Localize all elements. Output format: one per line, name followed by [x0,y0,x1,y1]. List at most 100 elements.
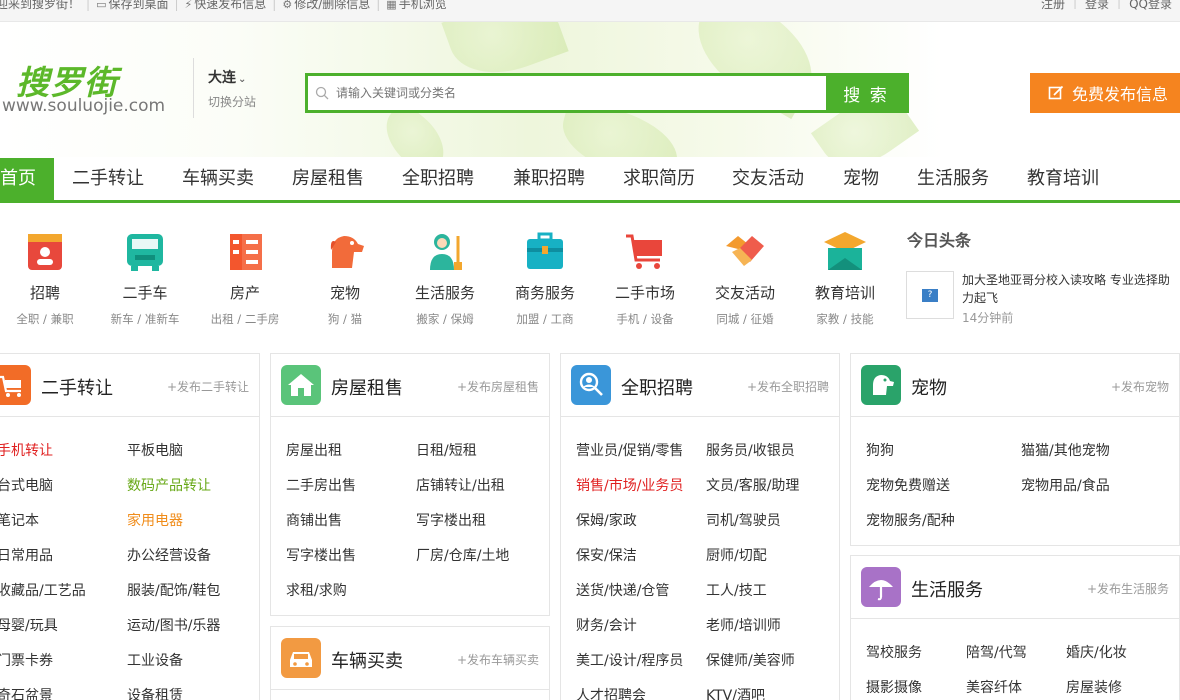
add-shenghuo-link[interactable]: +发布生活服务 [1087,580,1169,597]
qr-icon: ▦ [386,0,397,11]
nav-jiaoyou[interactable]: 交友活动 [732,158,804,200]
list-item[interactable]: 写字楼出租 [416,510,486,530]
category-chongwu[interactable]: 宠物 狗 / 猫 [295,205,395,327]
list-item[interactable]: 保姆/家政 [576,510,637,530]
list-item[interactable]: 商铺出售 [286,510,342,530]
list-item[interactable]: 服装/配饰/鞋包 [127,580,220,600]
list-item[interactable]: 台式电脑 [0,475,53,495]
category-shenghuo[interactable]: 生活服务 搬家 / 保姆 [395,205,495,327]
city-selector[interactable]: 大连 ⌄ [208,67,246,87]
list-item[interactable]: 厨师/切配 [706,545,767,565]
panel-header: 房屋租售 +发布房屋租售 [271,354,549,417]
nav-shenghuo[interactable]: 生活服务 [917,158,989,200]
list-item[interactable]: 婚庆/化妆 [1066,642,1127,662]
list-item[interactable]: 手机转让 [0,440,53,460]
quick-publish-link[interactable]: ⚡ 快速发布信息 [185,0,267,12]
nav-ershou[interactable]: 二手转让 [72,158,144,200]
list-item[interactable]: 工人/技工 [706,580,767,600]
list-item[interactable]: 日常用品 [0,545,53,565]
nav-jiaoyu[interactable]: 教育培训 [1027,158,1099,200]
list-item[interactable]: 美工/设计/程序员 [576,650,683,670]
category-shangwu[interactable]: 商务服务 加盟 / 工商 [495,205,595,327]
list-item[interactable]: 财务/会计 [576,615,637,635]
search-input[interactable] [336,76,826,110]
list-item[interactable]: 收藏品/工艺品 [0,580,86,600]
category-ershoushichang[interactable]: 二手市场 手机 / 设备 [595,205,695,327]
nav-home[interactable]: 首页 [0,158,54,200]
list-item[interactable]: 人才招聘会 [576,685,646,700]
list-item[interactable]: 老师/培训师 [706,615,781,635]
list-item[interactable]: 宠物服务/配种 [866,510,955,530]
list-item[interactable]: 设备租赁 [127,685,183,700]
list-item[interactable]: 母婴/玩具 [0,615,58,635]
list-item[interactable]: 门票卡券 [0,650,53,670]
list-item[interactable]: 二手房出售 [286,475,356,495]
switch-city-link[interactable]: 切换分站 [208,93,256,110]
qq-login-link[interactable]: QQ登录 [1129,0,1172,12]
list-item[interactable]: 奇石盆景 [0,685,53,700]
add-chongwu-link[interactable]: +发布宠物 [1111,378,1169,395]
list-item[interactable]: 美容纤体 [966,677,1022,697]
login-link[interactable]: 登录 [1085,0,1109,12]
category-ershouche[interactable]: 二手车 新车 / 准新车 [95,205,195,327]
nav-qiuzhi[interactable]: 求职简历 [623,158,695,200]
list-item[interactable]: 送货/快递/仓管 [576,580,669,600]
list-item[interactable]: 销售/市场/业务员 [576,475,683,495]
list-item[interactable]: 工业设备 [127,650,183,670]
list-item[interactable]: 驾校服务 [866,642,922,662]
list-item[interactable]: 店铺转让/出租 [416,475,505,495]
search-person-icon [571,365,611,405]
panel-title: 生活服务 [911,580,983,601]
list-item[interactable]: 日租/短租 [416,440,477,460]
news-link[interactable]: 加大圣地亚哥分校入读攻略 专业选择助力起飞 [962,271,1177,307]
news-thumbnail[interactable]: ? [906,271,954,319]
list-item[interactable]: 狗狗 [866,440,894,460]
list-item[interactable]: 厂房/仓库/土地 [416,545,509,565]
nav-cheliang[interactable]: 车辆买卖 [182,158,254,200]
search-box: 搜 索 [305,73,909,113]
list-item[interactable]: 运动/图书/乐器 [127,615,220,635]
nav-chongwu[interactable]: 宠物 [843,158,879,200]
category-jiaoyu[interactable]: 教育培训 家教 / 技能 [795,205,895,327]
list-item[interactable]: 司机/驾驶员 [706,510,781,530]
list-item[interactable]: 求租/求购 [286,580,347,600]
list-item[interactable]: 猫猫/其他宠物 [1021,440,1110,460]
list-item[interactable]: 办公经营设备 [127,545,211,565]
panel-title: 二手转让 [41,378,113,399]
category-jiaoyou[interactable]: 交友活动 同城 / 征婚 [695,205,795,327]
list-item[interactable]: 陪驾/代驾 [966,642,1027,662]
list-item[interactable]: 数码产品转让 [127,475,211,495]
list-item[interactable]: 宠物用品/食品 [1021,475,1110,495]
list-item[interactable]: 房屋装修 [1066,677,1122,697]
publish-button[interactable]: 免费发布信息 [1030,73,1180,113]
list-item[interactable]: 服务员/收银员 [706,440,795,460]
nav-jianzhi[interactable]: 兼职招聘 [513,158,585,200]
category-zhaopin[interactable]: 招聘 全职 / 兼职 [0,205,95,327]
add-cheliang-link[interactable]: +发布车辆买卖 [457,651,539,668]
list-item[interactable]: 保安/保洁 [576,545,637,565]
list-item[interactable]: 家用电器 [127,510,183,530]
mobile-browse-link[interactable]: ▦ 手机浏览 [386,0,446,12]
register-link[interactable]: 注册 [1041,0,1065,12]
search-button[interactable]: 搜 索 [826,76,906,110]
list-item[interactable]: 房屋出租 [286,440,342,460]
list-item[interactable]: KTV/酒吧 [706,685,765,700]
divider [193,58,194,118]
add-quanzhi-link[interactable]: +发布全职招聘 [747,378,829,395]
list-item[interactable]: 摄影摄像 [866,677,922,697]
list-item[interactable]: 营业员/促销/零售 [576,440,683,460]
list-item[interactable]: 写字楼出售 [286,545,356,565]
list-item[interactable]: 笔记本 [0,510,39,530]
add-ershou-link[interactable]: +发布二手转让 [167,378,249,395]
save-desktop-link[interactable]: ▭ 保存到桌面 [96,0,168,12]
list-item[interactable]: 保健师/美容师 [706,650,795,670]
list-item[interactable]: 宠物免费赠送 [866,475,950,495]
panel-title: 全职招聘 [621,378,693,399]
list-item[interactable]: 文员/客服/助理 [706,475,799,495]
category-fangchan[interactable]: 房产 出租 / 二手房 [195,205,295,327]
add-fangwu-link[interactable]: +发布房屋租售 [457,378,539,395]
edit-delete-link[interactable]: ⚙ 修改/删除信息 [282,0,370,12]
nav-fangwu[interactable]: 房屋租售 [292,158,364,200]
list-item[interactable]: 平板电脑 [127,440,183,460]
nav-quanzhi[interactable]: 全职招聘 [402,158,474,200]
